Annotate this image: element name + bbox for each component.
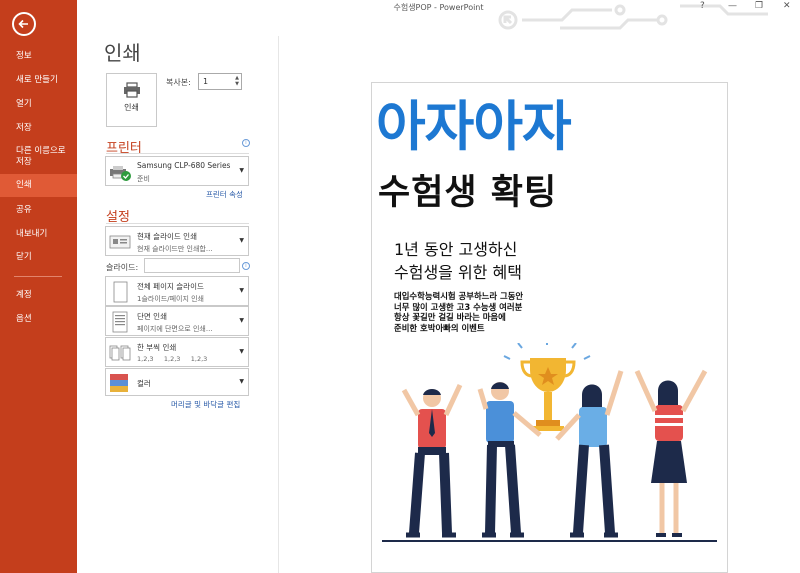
printer-properties-link[interactable]: 프린터 속성 <box>206 189 243 200</box>
sidebar-item-close[interactable]: 닫기 <box>0 252 77 263</box>
celebrating-people-trophy-illustration-icon <box>382 343 717 542</box>
preview-body-text: 대입수학능력시험 공부하느라 그동안 너무 많이 고생한 고3 수능생 여러분 … <box>394 291 524 333</box>
chevron-down-icon: ▼ <box>239 348 244 355</box>
chevron-down-icon: ▼ <box>239 317 244 324</box>
copies-value: 1 <box>203 77 209 86</box>
copies-spinner[interactable]: ▲ ▼ <box>235 75 239 87</box>
slides-label: 슬라이드: <box>106 263 139 272</box>
print-preview: 아자아자 수험생 확팅 1년 동안 고생하신 수험생을 위한 혜택 대입수학능력… <box>371 82 728 573</box>
printer-rule <box>106 153 249 154</box>
back-arrow-icon[interactable] <box>12 12 36 36</box>
color-dropdown[interactable]: 컬러 ▼ <box>105 368 249 396</box>
print-range-desc: 현재 슬라이드만 인쇄합... <box>137 245 213 253</box>
collate-dropdown[interactable]: 한 부씩 인쇄 1,2,3 1,2,3 1,2,3 ▼ <box>105 337 249 367</box>
sidebar-item-account[interactable]: 계정 <box>0 290 77 301</box>
collate-icon <box>109 345 131 361</box>
sidebar-item-open[interactable]: 열기 <box>0 99 77 110</box>
chevron-down-icon: ▼ <box>239 237 244 244</box>
copies-input[interactable]: 1 ▲ ▼ <box>198 73 242 90</box>
sidebar-item-share[interactable]: 공유 <box>0 205 77 216</box>
circuit-decoration-icon <box>498 4 768 30</box>
sidebar-item-save-as[interactable]: 다른 이름으로 저장 <box>0 146 72 168</box>
printer-dropdown[interactable]: Samsung CLP-680 Series 준비 ▼ <box>105 156 249 186</box>
print-button[interactable]: 인쇄 <box>106 73 157 127</box>
collate-desc: 1,2,3 1,2,3 1,2,3 <box>137 355 208 363</box>
layout-dropdown[interactable]: 전체 페이지 슬라이드 1슬라이드/페이지 인쇄 ▼ <box>105 276 249 306</box>
restore-button[interactable]: ❐ <box>755 1 763 11</box>
printer-icon <box>123 82 140 98</box>
sidebar-separator <box>14 276 62 277</box>
help-button[interactable]: ? <box>700 1 705 11</box>
printer-status: 준비 <box>137 175 150 183</box>
chevron-down-icon: ▼ <box>239 378 244 385</box>
print-button-label: 인쇄 <box>124 103 139 112</box>
sides-desc: 페이지에 단면으로 인쇄... <box>137 325 213 333</box>
chevron-down-icon: ▼ <box>239 287 244 294</box>
page-title: 인쇄 <box>104 41 141 65</box>
copies-label: 복사본: <box>166 78 191 87</box>
printer-info-icon[interactable]: i <box>242 139 250 147</box>
slides-info-icon[interactable]: i <box>242 262 250 270</box>
preview-headline-1: 아자아자 <box>376 95 572 158</box>
sidebar-item-print[interactable]: 인쇄 <box>0 174 77 197</box>
sidebar-item-options[interactable]: 옵션 <box>0 314 77 325</box>
sidebar-item-export[interactable]: 내보내기 <box>0 229 77 240</box>
printer-name: Samsung CLP-680 Series <box>137 161 231 170</box>
layout-desc: 1슬라이드/페이지 인쇄 <box>137 295 204 303</box>
preview-headline-2: 수험생 확팅 <box>378 173 558 213</box>
color-icon <box>110 374 128 392</box>
backstage-sidebar: 정보 새로 만들기 열기 저장 다른 이름으로 저장 인쇄 공유 내보내기 닫기… <box>0 0 77 573</box>
sides-dropdown[interactable]: 단면 인쇄 페이지에 단면으로 인쇄... ▼ <box>105 306 249 336</box>
close-button[interactable]: ✕ <box>783 1 791 11</box>
one-sided-icon <box>112 311 128 333</box>
full-page-slide-icon <box>113 281 128 303</box>
sides-title: 단면 인쇄 <box>137 312 167 321</box>
slides-input[interactable] <box>144 258 240 273</box>
layout-title: 전체 페이지 슬라이드 <box>137 282 204 291</box>
header-footer-link[interactable]: 머리글 및 바닥글 편집 <box>171 399 240 410</box>
preview-subtitle-2: 수험생을 위한 혜택 <box>394 263 522 282</box>
slide-range-icon <box>109 235 131 249</box>
print-range-title: 현재 슬라이드 인쇄 <box>137 232 197 241</box>
sidebar-item-info[interactable]: 정보 <box>0 51 77 62</box>
collate-title: 한 부씩 인쇄 <box>137 343 177 352</box>
print-range-dropdown[interactable]: 현재 슬라이드 인쇄 현재 슬라이드만 인쇄합... ▼ <box>105 226 249 256</box>
sidebar-item-new[interactable]: 새로 만들기 <box>0 75 77 86</box>
settings-rule <box>106 223 249 224</box>
preview-subtitle-1: 1년 동안 고생하신 <box>394 240 518 259</box>
minimize-button[interactable]: — <box>728 1 737 11</box>
sidebar-item-save[interactable]: 저장 <box>0 123 77 134</box>
chevron-down-icon: ▼ <box>239 167 244 174</box>
panel-divider <box>278 36 279 573</box>
printer-ready-icon <box>110 166 131 181</box>
color-title: 컬러 <box>137 379 151 388</box>
